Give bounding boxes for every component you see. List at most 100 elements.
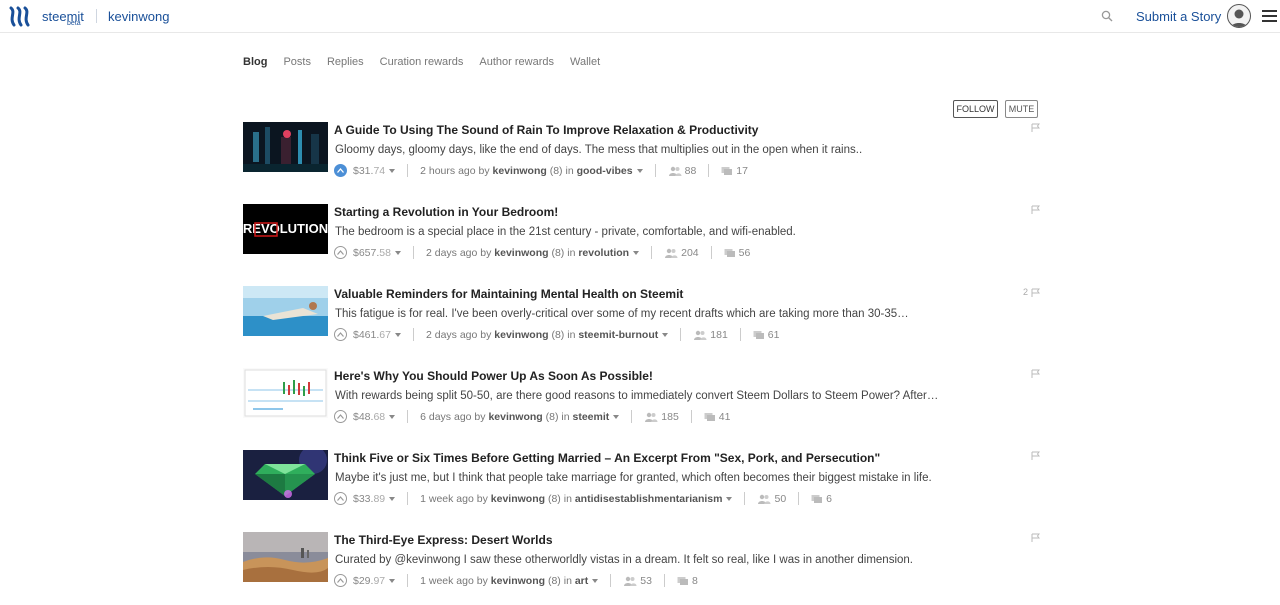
post-summary[interactable]: This fatigue is for real. I've been over… bbox=[335, 308, 909, 320]
upvote-chevron-icon bbox=[337, 414, 344, 419]
post-thumbnail[interactable]: REVOLUTION bbox=[243, 204, 328, 254]
post-summary[interactable]: Maybe it's just me, but I think that peo… bbox=[335, 472, 932, 484]
vote-count[interactable]: 181 bbox=[693, 329, 728, 341]
category-dropdown-icon[interactable] bbox=[592, 578, 599, 583]
follow-button[interactable]: FOLLOW bbox=[953, 100, 998, 118]
tab-curation-rewards[interactable]: Curation rewards bbox=[380, 56, 464, 68]
upvote-button[interactable] bbox=[334, 246, 347, 259]
post-thumbnail[interactable] bbox=[243, 532, 328, 582]
payout-dropdown-icon bbox=[389, 496, 396, 501]
post-time[interactable]: 1 week ago bbox=[420, 575, 474, 587]
post-category[interactable]: steemit bbox=[573, 411, 610, 423]
payout-dropdown-icon bbox=[389, 578, 396, 583]
payout-value[interactable]: $33.89 bbox=[353, 493, 396, 505]
payout-dropdown-icon bbox=[389, 168, 396, 173]
post-thumbnail[interactable] bbox=[243, 286, 328, 336]
post-author[interactable]: kevinwong bbox=[494, 247, 548, 259]
post-category[interactable]: revolution bbox=[578, 247, 629, 259]
steemit-logo-icon[interactable] bbox=[8, 6, 34, 28]
post-category[interactable]: art bbox=[575, 575, 588, 587]
tab-replies[interactable]: Replies bbox=[327, 56, 364, 68]
category-dropdown-icon[interactable] bbox=[662, 332, 669, 337]
payout-value[interactable]: $31.74 bbox=[353, 165, 396, 177]
payout-value[interactable]: $48.68 bbox=[353, 411, 396, 423]
author-reputation: (8) bbox=[551, 328, 565, 341]
upvote-button[interactable] bbox=[334, 574, 347, 587]
category-dropdown-icon[interactable] bbox=[633, 250, 640, 255]
post-category[interactable]: good-vibes bbox=[577, 165, 633, 177]
post-author[interactable]: kevinwong bbox=[493, 165, 547, 177]
payout-value[interactable]: $461.67 bbox=[353, 329, 401, 341]
upvote-button[interactable] bbox=[334, 492, 347, 505]
post-author[interactable]: kevinwong bbox=[491, 575, 545, 587]
flag-icon[interactable] bbox=[1031, 451, 1040, 460]
post-summary[interactable]: With rewards being split 50-50, are ther… bbox=[335, 390, 938, 402]
post-summary[interactable]: Curated by @kevinwong I saw these otherw… bbox=[335, 554, 913, 566]
vote-count[interactable]: 53 bbox=[623, 575, 652, 587]
post-title[interactable]: Valuable Reminders for Maintaining Menta… bbox=[334, 287, 683, 301]
post-time[interactable]: 2 days ago bbox=[426, 247, 477, 259]
post-thumbnail[interactable] bbox=[243, 450, 328, 500]
comment-count[interactable]: 56 bbox=[724, 247, 750, 259]
flag-icon[interactable] bbox=[1031, 533, 1040, 542]
post-summary[interactable]: The bedroom is a special place in the 21… bbox=[335, 226, 796, 238]
payout-value[interactable]: $657.58 bbox=[353, 247, 401, 259]
comment-count[interactable]: 6 bbox=[811, 493, 832, 505]
vote-count[interactable]: 204 bbox=[664, 247, 699, 259]
flag-icon[interactable] bbox=[1031, 369, 1040, 378]
post-author[interactable]: kevinwong bbox=[494, 329, 548, 341]
post-thumbnail[interactable] bbox=[243, 122, 328, 172]
voters-icon bbox=[665, 248, 678, 258]
profile-username[interactable]: kevinwong bbox=[108, 9, 169, 24]
submit-story-link[interactable]: Submit a Story bbox=[1136, 9, 1221, 24]
post-time[interactable]: 1 week ago bbox=[420, 493, 474, 505]
post-summary[interactable]: Gloomy days, gloomy days, like the end o… bbox=[335, 144, 862, 156]
vote-count[interactable]: 185 bbox=[644, 411, 679, 423]
category-dropdown-icon[interactable] bbox=[613, 414, 620, 419]
flag-icon[interactable] bbox=[1031, 123, 1040, 132]
post-meta: $31.74 2 hours ago by kevinwong (8) in g… bbox=[334, 164, 748, 177]
tab-blog[interactable]: Blog bbox=[243, 56, 267, 68]
category-dropdown-icon[interactable] bbox=[726, 496, 733, 501]
post-title[interactable]: Think Five or Six Times Before Getting M… bbox=[334, 451, 880, 465]
tab-wallet[interactable]: Wallet bbox=[570, 56, 600, 68]
payout-value[interactable]: $29.97 bbox=[353, 575, 396, 587]
vote-count[interactable]: 88 bbox=[668, 165, 696, 177]
post-author[interactable]: kevinwong bbox=[491, 493, 545, 505]
upvote-button[interactable] bbox=[334, 410, 347, 423]
vote-count[interactable]: 50 bbox=[757, 493, 786, 505]
comment-count[interactable]: 17 bbox=[721, 165, 748, 177]
upvote-button[interactable] bbox=[334, 328, 347, 341]
post-meta: $48.68 6 days ago by kevinwong (8) in st… bbox=[334, 410, 730, 423]
menu-hamburger-icon[interactable] bbox=[1262, 10, 1277, 22]
post-title[interactable]: Starting a Revolution in Your Bedroom! bbox=[334, 205, 558, 219]
category-dropdown-icon[interactable] bbox=[636, 168, 643, 173]
post-time[interactable]: 2 hours ago bbox=[420, 165, 475, 177]
upvote-button[interactable] bbox=[334, 164, 347, 177]
tab-author-rewards[interactable]: Author rewards bbox=[479, 56, 554, 68]
user-avatar[interactable] bbox=[1227, 4, 1251, 28]
comments-icon bbox=[704, 412, 715, 421]
flag-icon[interactable] bbox=[1031, 205, 1040, 214]
comments-icon bbox=[753, 330, 764, 339]
post-category[interactable]: antidisestablishmentarianism bbox=[575, 493, 723, 505]
tab-posts[interactable]: Posts bbox=[283, 56, 311, 68]
post-item: A Guide To Using The Sound of Rain To Im… bbox=[243, 122, 1040, 177]
voters-icon bbox=[758, 494, 771, 504]
comment-count[interactable]: 41 bbox=[704, 411, 730, 423]
post-title[interactable]: Here's Why You Should Power Up As Soon A… bbox=[334, 369, 653, 383]
author-reputation: (8) bbox=[547, 492, 561, 505]
comment-count[interactable]: 61 bbox=[753, 329, 779, 341]
mute-button[interactable]: MUTE bbox=[1005, 100, 1038, 118]
search-icon[interactable] bbox=[1101, 9, 1113, 22]
post-thumbnail[interactable] bbox=[243, 368, 328, 418]
post-author[interactable]: kevinwong bbox=[488, 411, 542, 423]
post-category[interactable]: steemit-burnout bbox=[578, 329, 658, 341]
post-time[interactable]: 6 days ago bbox=[420, 411, 471, 423]
comments-icon bbox=[677, 576, 688, 585]
post-time[interactable]: 2 days ago bbox=[426, 329, 477, 341]
flag-icon[interactable] bbox=[1031, 288, 1040, 297]
post-title[interactable]: A Guide To Using The Sound of Rain To Im… bbox=[334, 123, 758, 137]
post-title[interactable]: The Third-Eye Express: Desert Worlds bbox=[334, 533, 553, 547]
comment-count[interactable]: 8 bbox=[677, 575, 698, 587]
